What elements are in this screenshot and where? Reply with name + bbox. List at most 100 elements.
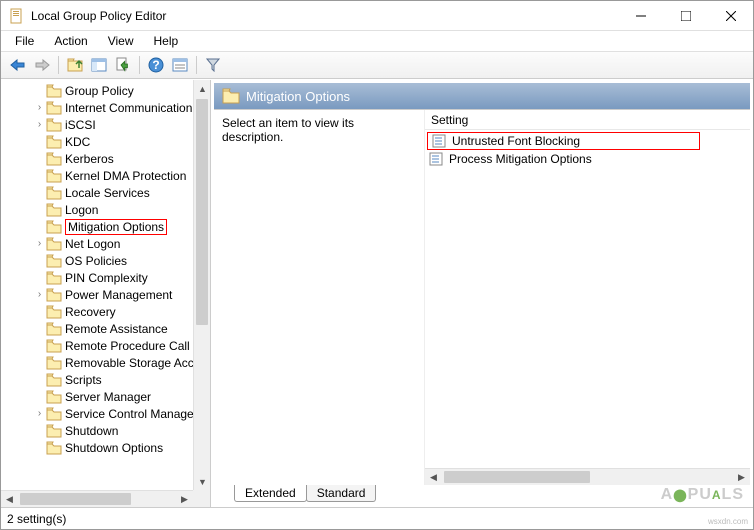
scroll-right-button[interactable]: ▶ bbox=[733, 469, 750, 485]
close-button[interactable] bbox=[708, 1, 753, 30]
tree-horizontal-scrollbar[interactable]: ◀ ▶ bbox=[1, 490, 193, 507]
tree[interactable]: Group Policy › Internet Communication N › iS… bbox=[1, 80, 210, 458]
tree-node[interactable]: ›Power Management bbox=[1, 286, 210, 303]
detail-panel: Mitigation Options Select an item to vie… bbox=[211, 80, 753, 507]
scroll-thumb-h2[interactable] bbox=[444, 471, 590, 483]
tree-node-label: Remote Procedure Call bbox=[65, 339, 190, 353]
list-row[interactable]: Process Mitigation Options bbox=[425, 150, 750, 168]
toolbar: ? bbox=[1, 51, 753, 79]
tree-node[interactable]: Kernel DMA Protection bbox=[1, 167, 210, 184]
tree-node[interactable]: Locale Services bbox=[1, 184, 210, 201]
tree-node[interactable]: Server Manager bbox=[1, 388, 210, 405]
menu-file[interactable]: File bbox=[7, 32, 42, 50]
folder-icon bbox=[46, 271, 62, 285]
back-button[interactable] bbox=[7, 54, 29, 76]
tree-node[interactable]: Group Policy bbox=[1, 82, 210, 99]
tree-node[interactable]: KDC bbox=[1, 133, 210, 150]
scroll-left-button[interactable]: ◀ bbox=[1, 491, 18, 507]
list-body[interactable]: Untrusted Font Blocking Process Mitigatio… bbox=[425, 130, 750, 485]
tree-node[interactable]: Recovery bbox=[1, 303, 210, 320]
scroll-thumb-h[interactable] bbox=[20, 493, 131, 505]
tree-node-label: Service Control Manager S bbox=[65, 407, 209, 421]
tree-node-label: Server Manager bbox=[65, 390, 151, 404]
app-icon bbox=[9, 8, 25, 24]
tree-node-label: Locale Services bbox=[65, 186, 150, 200]
scroll-thumb[interactable] bbox=[196, 99, 208, 325]
tree-node[interactable]: › Net Logon bbox=[1, 235, 210, 252]
tree-node-label: Recovery bbox=[65, 305, 116, 319]
detail-description: Select an item to view its description. bbox=[214, 110, 424, 485]
help-button[interactable]: ? bbox=[145, 54, 167, 76]
forward-button[interactable] bbox=[31, 54, 53, 76]
tree-node[interactable]: Shutdown bbox=[1, 422, 210, 439]
window-controls bbox=[618, 1, 753, 30]
tree-node-label: OS Policies bbox=[65, 254, 127, 268]
detail-header-title: Mitigation Options bbox=[246, 89, 350, 104]
filter-button[interactable] bbox=[202, 54, 224, 76]
folder-icon bbox=[46, 356, 62, 370]
window-title: Local Group Policy Editor bbox=[31, 9, 618, 23]
tree-node[interactable]: Scripts bbox=[1, 371, 210, 388]
status-bar: 2 setting(s) bbox=[1, 507, 753, 529]
scroll-left-button[interactable]: ◀ bbox=[425, 469, 442, 485]
scroll-up-button[interactable]: ▲ bbox=[194, 80, 211, 97]
list-row[interactable]: Untrusted Font Blocking bbox=[427, 132, 700, 150]
scroll-track-h2[interactable] bbox=[442, 469, 733, 485]
tree-node[interactable]: OS Policies bbox=[1, 252, 210, 269]
minimize-button[interactable] bbox=[618, 1, 663, 30]
list-row-label: Process Mitigation Options bbox=[449, 152, 592, 166]
folder-icon bbox=[222, 88, 240, 104]
tab-extended[interactable]: Extended bbox=[234, 485, 307, 502]
tree-node[interactable]: Logon bbox=[1, 201, 210, 218]
expander-icon[interactable]: › bbox=[33, 102, 46, 113]
tree-node[interactable]: › iSCSI bbox=[1, 116, 210, 133]
scroll-down-button[interactable]: ▼ bbox=[194, 473, 211, 490]
tree-node[interactable]: Remote Assistance bbox=[1, 320, 210, 337]
tree-node-label: Net Logon bbox=[65, 237, 120, 251]
folder-icon bbox=[46, 220, 62, 234]
menu-view[interactable]: View bbox=[100, 32, 142, 50]
scroll-right-button[interactable]: ▶ bbox=[176, 491, 193, 507]
tree-node-label: Kernel DMA Protection bbox=[65, 169, 186, 183]
up-button[interactable] bbox=[64, 54, 86, 76]
folder-icon bbox=[46, 84, 62, 98]
tree-vertical-scrollbar[interactable]: ▲ ▼ bbox=[193, 80, 210, 490]
menu-help[interactable]: Help bbox=[146, 32, 187, 50]
svg-text:?: ? bbox=[152, 58, 159, 72]
expander-icon[interactable]: › bbox=[33, 408, 46, 419]
tree-node[interactable]: PIN Complexity bbox=[1, 269, 210, 286]
show-hide-tree-button[interactable] bbox=[88, 54, 110, 76]
tree-node-label: iSCSI bbox=[65, 118, 96, 132]
folder-icon bbox=[46, 254, 62, 268]
tree-node[interactable]: Mitigation Options bbox=[1, 218, 210, 235]
folder-icon bbox=[46, 118, 62, 132]
tree-node-label: Internet Communication N bbox=[65, 101, 204, 115]
toolbar-separator-2 bbox=[139, 56, 140, 74]
tree-node[interactable]: › Service Control Manager S bbox=[1, 405, 210, 422]
toolbar-separator-3 bbox=[196, 56, 197, 74]
menu-action[interactable]: Action bbox=[46, 32, 95, 50]
list-column-header[interactable]: Setting bbox=[425, 110, 750, 130]
export-button[interactable] bbox=[112, 54, 134, 76]
expander-icon[interactable]: › bbox=[33, 238, 46, 249]
properties-button[interactable] bbox=[169, 54, 191, 76]
maximize-button[interactable] bbox=[663, 1, 708, 30]
tab-standard[interactable]: Standard bbox=[306, 485, 377, 502]
expander-icon[interactable]: › bbox=[33, 289, 46, 300]
folder-icon bbox=[46, 203, 62, 217]
tree-node[interactable]: Removable Storage Acces bbox=[1, 354, 210, 371]
list-row-label: Untrusted Font Blocking bbox=[452, 134, 580, 148]
tree-node[interactable]: Remote Procedure Call bbox=[1, 337, 210, 354]
scroll-track-h[interactable] bbox=[18, 491, 176, 507]
tree-node[interactable]: Shutdown Options bbox=[1, 439, 210, 456]
scroll-track[interactable] bbox=[194, 97, 210, 473]
expander-icon[interactable]: › bbox=[33, 119, 46, 130]
detail-horizontal-scrollbar[interactable]: ◀ ▶ bbox=[425, 468, 750, 485]
detail-body: Select an item to view its description. … bbox=[214, 109, 750, 485]
content-area: Group Policy › Internet Communication N › iS… bbox=[1, 79, 753, 507]
tree-node[interactable]: › Internet Communication N bbox=[1, 99, 210, 116]
tree-node[interactable]: Kerberos bbox=[1, 150, 210, 167]
tree-node-label: Shutdown Options bbox=[65, 441, 163, 455]
folder-icon bbox=[46, 424, 62, 438]
folder-icon bbox=[46, 152, 62, 166]
